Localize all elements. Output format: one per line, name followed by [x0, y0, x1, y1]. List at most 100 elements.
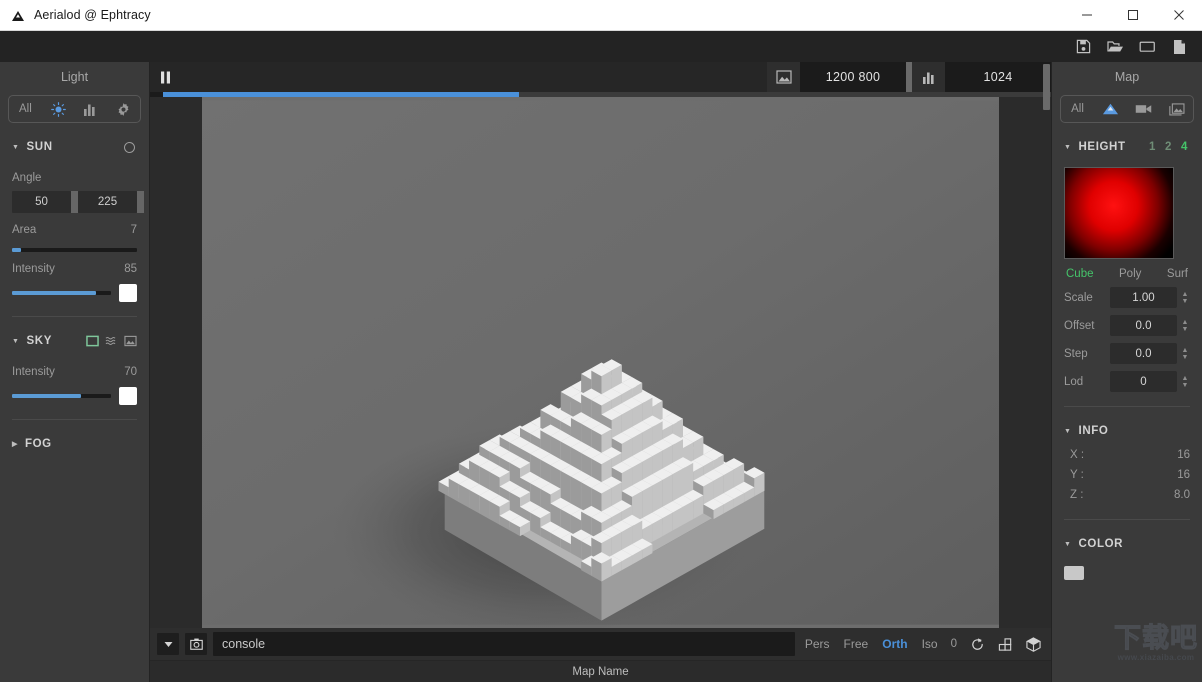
height-section: ▼ HEIGHT 1 2 4 Cube Poly Surf Scale	[1052, 133, 1202, 407]
watermark-url: www.xiazaiba.com	[1114, 653, 1198, 662]
projection-iso[interactable]: Iso	[918, 637, 942, 651]
status-text: Map Name	[572, 666, 628, 678]
info-section-header[interactable]: ▼ INFO	[1064, 417, 1190, 445]
offset-stepper[interactable]: ▲▼	[1177, 319, 1190, 333]
offset-label: Offset	[1064, 320, 1110, 332]
caret-down-icon: ▼	[1064, 541, 1072, 548]
minimize-button[interactable]	[1064, 0, 1110, 31]
area-slider[interactable]	[12, 248, 137, 252]
video-camera-icon[interactable]	[1127, 96, 1160, 122]
resolution-field[interactable]: 1200 800	[800, 62, 906, 92]
mode-poly[interactable]: Poly	[1119, 268, 1141, 280]
scale-stepper[interactable]: ▲▼	[1177, 291, 1190, 305]
fog-section: ▶ FOG	[0, 420, 149, 458]
area-label: Area	[12, 224, 36, 236]
close-button[interactable]	[1156, 0, 1202, 31]
render-canvas[interactable]	[202, 97, 999, 628]
panel-scrollbar[interactable]	[1043, 64, 1050, 110]
step-input[interactable]: 0.0	[1110, 343, 1177, 364]
sun-intensity-value: 85	[124, 263, 137, 275]
height-level-1[interactable]: 1	[1149, 141, 1156, 153]
fog-section-header[interactable]: ▶ FOG	[12, 430, 137, 458]
lod-input[interactable]: 0	[1110, 371, 1177, 392]
rotate-icon[interactable]	[966, 633, 988, 655]
viewport-right-gutter	[999, 97, 1051, 628]
area-label-row: Area 7	[12, 219, 137, 241]
sky-intensity-row	[12, 387, 137, 405]
height-level-2[interactable]: 2	[1165, 141, 1172, 153]
heightmap-thumbnail[interactable]	[1064, 167, 1174, 259]
pause-icon[interactable]	[150, 62, 180, 92]
scale-input[interactable]: 1.00	[1110, 287, 1177, 308]
sun-toggle-circle-icon[interactable]	[124, 142, 135, 153]
color-swatch[interactable]	[1064, 566, 1084, 580]
waves-icon[interactable]	[105, 335, 118, 347]
map-tab-all[interactable]: All	[1061, 96, 1094, 122]
angle-b-input[interactable]: 225	[78, 191, 137, 213]
samples-field[interactable]: 1024	[945, 62, 1051, 92]
step-stepper[interactable]: ▲▼	[1177, 347, 1190, 361]
sky-section-header[interactable]: ▼ SKY	[12, 327, 137, 355]
console-input[interactable]: console	[213, 632, 795, 656]
angle-a-input[interactable]: 50	[12, 191, 71, 213]
sky-mode-icons	[86, 335, 137, 347]
light-tab-all[interactable]: All	[9, 96, 42, 122]
angle-label: Angle	[12, 172, 41, 184]
viewport[interactable]	[150, 97, 1051, 628]
save-icon[interactable]	[1070, 36, 1096, 58]
new-file-icon[interactable]	[1166, 36, 1192, 58]
area-slider-fill	[12, 248, 21, 252]
image-icon[interactable]	[767, 62, 800, 92]
sun-color-swatch[interactable]	[119, 284, 137, 302]
angle-b-grip[interactable]	[137, 191, 144, 213]
angle-a-value: 50	[35, 196, 48, 208]
color-section-header[interactable]: ▼ COLOR	[1064, 530, 1190, 558]
projection-free[interactable]: Free	[840, 637, 873, 651]
sun-intensity-slider[interactable]	[12, 291, 111, 295]
sky-intensity-slider[interactable]	[12, 394, 111, 398]
camera-angle-value[interactable]: 0	[948, 638, 960, 650]
chevron-down-icon[interactable]	[157, 633, 179, 655]
offset-row: Offset 0.0 ▲▼	[1064, 315, 1190, 336]
height-level-4[interactable]: 4	[1181, 141, 1188, 153]
height-section-header[interactable]: ▼ HEIGHT 1 2 4	[1064, 133, 1190, 161]
sky-color-swatch[interactable]	[119, 387, 137, 405]
angle-a-grip[interactable]	[71, 191, 78, 213]
mode-cube[interactable]: Cube	[1066, 268, 1094, 280]
image-icon[interactable]	[124, 335, 137, 347]
info-z-value: 8.0	[1174, 489, 1190, 501]
lod-stepper[interactable]: ▲▼	[1177, 375, 1190, 389]
mountain-triangle-icon	[11, 8, 25, 22]
offset-input[interactable]: 0.0	[1110, 315, 1177, 336]
window-title: Aerialod @ Ephtracy	[34, 8, 151, 22]
gear-icon[interactable]	[107, 96, 140, 122]
sun-section-header[interactable]: ▼ SUN	[12, 133, 137, 161]
sky-intensity-label-row: Intensity 70	[12, 361, 137, 383]
bar-chart-icon[interactable]	[75, 96, 108, 122]
folder-icon[interactable]	[1134, 36, 1160, 58]
sky-section-title: SKY	[27, 335, 52, 347]
sun-icon[interactable]	[42, 96, 75, 122]
status-bar: Map Name	[150, 660, 1051, 682]
open-folder-icon[interactable]	[1102, 36, 1128, 58]
camera-icon[interactable]	[185, 633, 207, 655]
viewport-column: 1200 800 1024	[150, 62, 1051, 682]
sun-intensity-label-row: Intensity 85	[12, 258, 137, 280]
sky-section: ▼ SKY	[0, 317, 149, 420]
projection-orth[interactable]: Orth	[878, 637, 911, 651]
mountain-icon[interactable]	[1094, 96, 1127, 122]
square-outline-icon[interactable]	[86, 335, 99, 347]
title-bar: Aerialod @ Ephtracy	[0, 0, 1202, 31]
maximize-button[interactable]	[1110, 0, 1156, 31]
cube-icon[interactable]	[1022, 633, 1044, 655]
blocks-icon[interactable]	[994, 633, 1016, 655]
image-icon[interactable]	[1160, 96, 1193, 122]
bar-chart-icon[interactable]	[912, 62, 945, 92]
projection-pers[interactable]: Pers	[801, 637, 834, 651]
info-row-x: X : 16	[1064, 445, 1190, 465]
map-tab-group: All	[1060, 95, 1194, 123]
step-row: Step 0.0 ▲▼	[1064, 343, 1190, 364]
mode-surf[interactable]: Surf	[1167, 268, 1188, 280]
caret-down-icon: ▼	[1064, 428, 1072, 435]
window-controls	[1064, 0, 1202, 31]
